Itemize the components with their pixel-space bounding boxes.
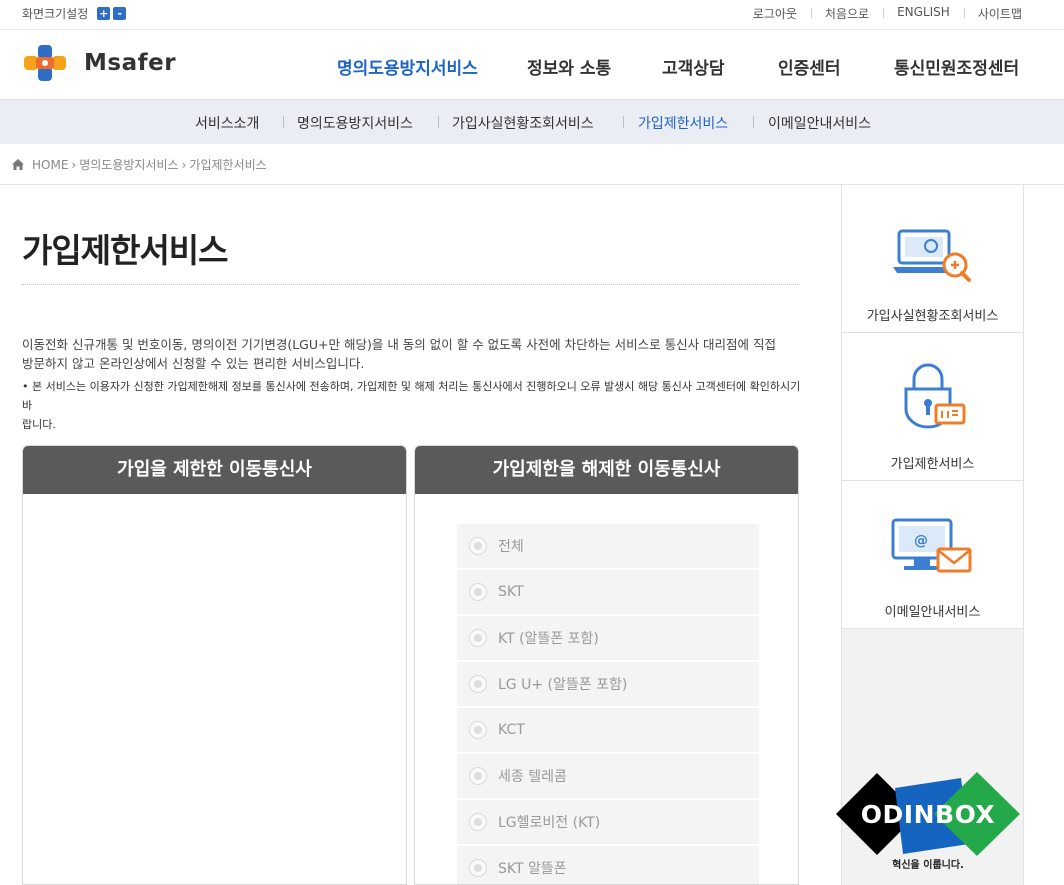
- monitor-email-icon: @: [891, 518, 972, 573]
- subnav-divider: [753, 116, 754, 128]
- svg-text:@: @: [914, 533, 928, 549]
- carrier-option-sejong[interactable]: 세종 텔레콤: [457, 754, 759, 798]
- chevron-right-icon: ›: [181, 157, 187, 172]
- carrier-label: 전체: [498, 539, 524, 555]
- subnav-subscription-restriction[interactable]: 가입제한서비스: [638, 113, 728, 133]
- carrier-label: LG U+ (알뜰폰 포함): [498, 677, 628, 693]
- home-link[interactable]: 처음으로: [810, 5, 883, 22]
- notice-line: • 본 서비스는 이용자가 신청한 가입제한해제 정보를 통신사에 전송하며, …: [22, 380, 801, 412]
- title-divider: [22, 284, 800, 285]
- logo-text: Msafer: [84, 50, 177, 76]
- odinbox-watermark: ODINBOX 혁신을 이룹니다.: [833, 770, 1023, 875]
- carrier-label: SKT 알뜰폰: [498, 861, 567, 877]
- released-carriers-panel: 가입제한을 해제한 이동통신사 전체 SKT KT (알뜰폰 포함) LG U+…: [414, 445, 799, 885]
- logout-link[interactable]: 로그아웃: [739, 5, 811, 22]
- page-title: 가입제한서비스: [22, 231, 229, 270]
- radio-button[interactable]: [469, 859, 487, 877]
- watermark-tagline: 혁신을 이룹니다.: [892, 860, 964, 871]
- service-notice: • 본 서비스는 이용자가 신청한 가입제한해제 정보를 통신사에 전송하며, …: [22, 377, 802, 434]
- sidebar-item-subscription-restriction[interactable]: 가입제한서비스: [842, 333, 1023, 481]
- radio-button[interactable]: [469, 629, 487, 647]
- nav-auth-center[interactable]: 인증센터: [778, 54, 841, 79]
- top-utility-bar: 화면크기설정 + - 로그아웃 처음으로 ENGLISH 사이트맵: [0, 0, 1064, 30]
- sidebar-item-label: 이메일안내서비스: [884, 605, 981, 620]
- radio-button[interactable]: [469, 721, 487, 739]
- carrier-option-skt[interactable]: SKT: [457, 570, 759, 614]
- carrier-option-hellovision[interactable]: LG헬로비전 (KT): [457, 800, 759, 844]
- radio-button[interactable]: [469, 813, 487, 831]
- site-logo[interactable]: Msafer: [22, 43, 176, 83]
- sidebar-item-label: 가입사실현황조회서비스: [866, 309, 999, 324]
- radio-button[interactable]: [469, 675, 487, 693]
- sidebar-item-subscription-lookup[interactable]: 가입사실현황조회서비스: [842, 185, 1023, 333]
- home-icon: [12, 159, 24, 170]
- breadcrumb-level2[interactable]: 가입제한서비스: [189, 156, 266, 173]
- site-header: Msafer 명의도용방지서비스 정보와 소통 고객상담 인증센터 통신민원조정…: [0, 30, 1064, 100]
- nav-info-communication[interactable]: 정보와 소통: [527, 54, 611, 79]
- sub-nav: 서비스소개 명의도용방지서비스 가입사실현황조회서비스 가입제한서비스 이메일안…: [0, 100, 1064, 144]
- carrier-option-skt-mvno[interactable]: SKT 알뜰폰: [457, 846, 759, 884]
- laptop-search-icon: [893, 229, 971, 282]
- nav-name-theft-service[interactable]: 명의도용방지서비스: [337, 54, 478, 79]
- nav-complaint-center[interactable]: 통신민원조정센터: [894, 54, 1019, 79]
- radio-button[interactable]: [469, 767, 487, 785]
- carrier-option-kct[interactable]: KCT: [457, 708, 759, 752]
- font-size-label: 화면크기설정: [22, 7, 89, 21]
- subnav-email-notice[interactable]: 이메일안내서비스: [768, 113, 871, 133]
- breadcrumb-level1[interactable]: 명의도용방지서비스: [79, 156, 178, 173]
- restricted-carriers-title: 가입을 제한한 이동통신사: [23, 446, 406, 494]
- utility-menu: 로그아웃 처음으로 ENGLISH 사이트맵: [739, 5, 1022, 22]
- carrier-option-all[interactable]: 전체: [457, 524, 759, 568]
- subnav-subscription-lookup[interactable]: 가입사실현황조회서비스: [452, 113, 594, 133]
- carrier-label: 세종 텔레콤: [498, 769, 567, 785]
- breadcrumb: HOME › 명의도용방지서비스 › 가입제한서비스: [12, 156, 267, 173]
- font-increase-button[interactable]: +: [97, 7, 111, 20]
- notice-line: 랍니다.: [22, 418, 56, 431]
- sidebar-item-email-notice[interactable]: @ 이메일안내서비스: [842, 481, 1023, 629]
- subnav-name-theft[interactable]: 명의도용방지서비스: [297, 113, 413, 133]
- nav-customer-support[interactable]: 고객상담: [662, 54, 725, 79]
- carrier-option-list: 전체 SKT KT (알뜰폰 포함) LG U+ (알뜰폰 포함) KCT 세종…: [457, 524, 759, 884]
- subnav-divider: [283, 116, 284, 128]
- carrier-label: KCT: [498, 722, 525, 738]
- font-decrease-button[interactable]: -: [113, 7, 127, 20]
- font-size-control: 화면크기설정 + -: [22, 5, 127, 22]
- chevron-right-icon: ›: [71, 157, 77, 172]
- breadcrumb-home[interactable]: HOME: [32, 158, 68, 172]
- sidebar-item-label: 가입제한서비스: [890, 457, 975, 472]
- released-carriers-title: 가입제한을 해제한 이동통신사: [415, 446, 798, 494]
- service-description: 이동전화 신규개통 및 번호이동, 명의이전 기기변경(LGU+만 해당)을 내…: [22, 335, 802, 373]
- description-line: 이동전화 신규개통 및 번호이동, 명의이전 기기변경(LGU+만 해당)을 내…: [22, 337, 777, 352]
- sitemap-link[interactable]: 사이트맵: [963, 5, 1022, 22]
- english-link[interactable]: ENGLISH: [883, 5, 964, 22]
- subnav-divider: [438, 116, 439, 128]
- lock-shield-icon: [904, 363, 966, 429]
- carrier-option-lgu[interactable]: LG U+ (알뜰폰 포함): [457, 662, 759, 706]
- subnav-service-intro[interactable]: 서비스소개: [195, 113, 259, 133]
- watermark-brand: ODINBOX: [860, 800, 996, 829]
- carrier-label: LG헬로비전 (KT): [498, 815, 601, 831]
- radio-button[interactable]: [469, 583, 487, 601]
- carrier-option-kt[interactable]: KT (알뜰폰 포함): [457, 616, 759, 660]
- carrier-label: KT (알뜰폰 포함): [498, 631, 599, 647]
- radio-button[interactable]: [469, 537, 487, 555]
- subnav-divider: [623, 116, 624, 128]
- carrier-label: SKT: [498, 584, 524, 600]
- restricted-carriers-panel: 가입을 제한한 이동통신사: [22, 445, 407, 885]
- description-line: 방문하지 않고 온라인상에서 신청할 수 있는 편리한 서비스입니다.: [22, 356, 365, 371]
- msafer-logo-icon: [24, 45, 66, 81]
